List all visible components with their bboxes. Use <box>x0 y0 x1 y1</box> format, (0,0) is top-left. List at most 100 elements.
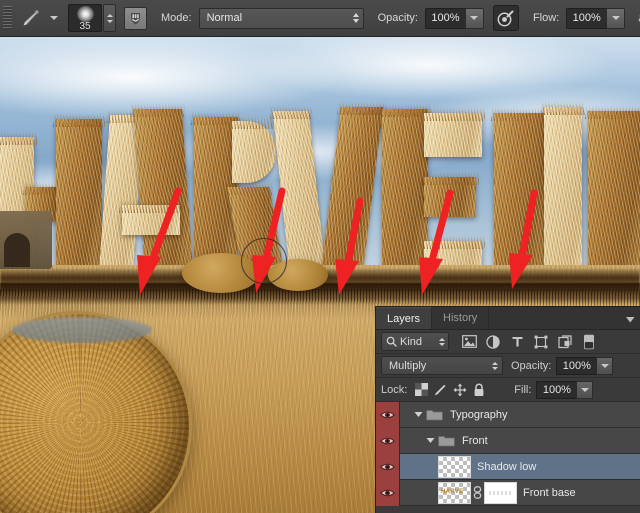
layer-visibility-toggle[interactable] <box>376 402 400 428</box>
layer-body[interactable]: Typography <box>400 402 640 428</box>
mode-label: Mode: <box>161 12 192 24</box>
tab-layers-label: Layers <box>387 313 420 325</box>
tablet-pressure-size-toggle[interactable] <box>124 7 147 30</box>
link-icon[interactable] <box>471 486 484 499</box>
tab-history[interactable]: History <box>432 307 489 329</box>
blend-mode-value: Normal <box>207 12 345 24</box>
chevron-updown-icon <box>353 13 359 23</box>
layer-filter-kind-value: Kind <box>400 336 436 348</box>
table-row[interactable]: Front <box>376 428 640 454</box>
options-bar-grip[interactable] <box>3 6 12 30</box>
brush-preset-picker-arrow[interactable] <box>46 16 62 20</box>
layer-name: Shadow low <box>477 461 536 473</box>
annotation-arrow-3 <box>312 197 382 305</box>
lock-image-pixels-icon[interactable] <box>431 380 450 399</box>
opacity-label: Opacity: <box>378 12 418 24</box>
fill-value: 100% <box>536 381 576 399</box>
opacity-field[interactable]: 100% <box>425 8 484 29</box>
airbrush-toggle[interactable] <box>634 5 640 31</box>
filter-smart-object-icon[interactable] <box>555 332 575 352</box>
fill-label: Fill: <box>514 384 531 396</box>
layer-body[interactable]: Front <box>400 428 640 454</box>
folder-icon <box>424 408 444 421</box>
layer-blend-mode-select[interactable]: Multiply <box>381 356 503 375</box>
table-row[interactable]: Typography <box>376 402 640 428</box>
tab-history-label: History <box>443 312 477 324</box>
layer-visibility-toggle[interactable] <box>376 454 400 480</box>
flow-field[interactable]: 100% <box>566 8 625 29</box>
opacity-dropdown-button[interactable] <box>465 8 484 29</box>
flow-value: 100% <box>566 8 606 29</box>
flow-label: Flow: <box>533 12 559 24</box>
letter-t-partial <box>588 111 640 289</box>
layers-list: Typography <box>376 402 640 506</box>
layer-opacity-dropdown[interactable] <box>596 357 613 375</box>
tab-layers[interactable]: Layers <box>376 307 432 329</box>
brush-size-value: 35 <box>79 22 90 31</box>
group-disclosure-triangle[interactable] <box>424 437 436 444</box>
layers-panel: Layers History Kind <box>375 306 640 513</box>
brush-cursor-circle <box>241 238 287 284</box>
chevron-updown-icon <box>439 338 445 346</box>
filter-pixel-icon[interactable] <box>459 332 479 352</box>
brush-size-preview[interactable]: 35 <box>68 4 102 32</box>
filter-shape-icon[interactable] <box>531 332 551 352</box>
blend-mode-select[interactable]: Normal <box>199 8 364 29</box>
filter-adjustment-icon[interactable] <box>483 332 503 352</box>
lock-label: Lock: <box>381 384 407 396</box>
flow-dropdown-button[interactable] <box>606 8 625 29</box>
layer-name: Front <box>462 435 488 447</box>
layer-name: Front base <box>523 487 576 499</box>
layer-visibility-toggle[interactable] <box>376 480 400 506</box>
layer-opacity-value: 100% <box>556 357 596 375</box>
annotation-arrow-5 <box>484 189 554 301</box>
annotation-arrow-1 <box>130 185 200 305</box>
layer-body[interactable]: Shadow low <box>400 454 640 480</box>
lock-position-icon[interactable] <box>450 380 469 399</box>
folder-icon <box>436 434 456 447</box>
layer-thumbnail[interactable]: HARVE <box>438 482 471 504</box>
layer-filter-kind-select[interactable]: Kind <box>381 332 449 351</box>
eye-icon <box>380 410 395 420</box>
layer-blend-mode-value: Multiply <box>389 360 492 372</box>
layer-filter-row: Kind <box>376 330 640 354</box>
group-disclosure-triangle[interactable] <box>412 411 424 418</box>
layer-body[interactable]: HARVE Front base <box>400 480 640 506</box>
lock-all-icon[interactable] <box>469 380 488 399</box>
chevron-down-icon <box>601 364 609 368</box>
chevron-down-icon <box>612 16 620 20</box>
stepper-down-icon <box>107 20 113 23</box>
panel-menu-icon[interactable] <box>624 314 636 324</box>
fill-dropdown[interactable] <box>576 381 593 399</box>
layer-name: Typography <box>450 409 507 421</box>
lock-row: Lock: <box>376 378 640 402</box>
chevron-down-icon <box>470 16 478 20</box>
barn-shed <box>0 211 52 269</box>
eye-icon <box>380 488 395 498</box>
layer-opacity-label: Opacity: <box>511 360 551 372</box>
options-bar: 35 Mode: Normal Opacity: 100% <box>0 0 640 37</box>
lock-transparent-pixels-icon[interactable] <box>412 380 431 399</box>
layer-opacity-field[interactable]: 100% <box>556 357 613 375</box>
fill-field[interactable]: 100% <box>536 381 593 399</box>
brush-tool-icon[interactable] <box>16 4 46 32</box>
chevron-down-icon <box>50 16 58 20</box>
layer-thumbnail[interactable] <box>438 456 471 478</box>
hay-bale-top-highlight <box>12 317 152 343</box>
filter-toggle-switch[interactable] <box>579 332 599 352</box>
layer-thumbnail-text: HARVE <box>441 489 463 495</box>
eye-icon <box>380 462 395 472</box>
brush-size-stepper[interactable] <box>103 4 116 32</box>
stepper-up-icon <box>107 14 113 17</box>
filter-type-icon[interactable] <box>507 332 527 352</box>
photoshop-window: 35 Mode: Normal Opacity: 100% <box>0 0 640 513</box>
search-icon <box>386 336 397 347</box>
layer-visibility-toggle[interactable] <box>376 428 400 454</box>
annotation-arrow-4 <box>396 189 466 307</box>
letter-h-stem-right <box>56 119 102 287</box>
opacity-pressure-toggle[interactable] <box>493 5 519 31</box>
table-row[interactable]: HARVE Front base <box>376 480 640 506</box>
panel-tab-bar: Layers History <box>376 307 640 330</box>
table-row[interactable]: Shadow low <box>376 454 640 480</box>
layer-mask-thumbnail[interactable] <box>484 482 517 504</box>
